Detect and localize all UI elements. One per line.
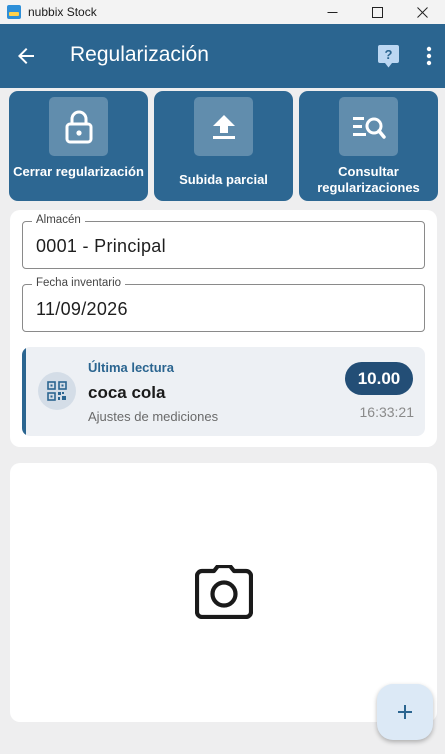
quantity-badge: 10.00: [345, 362, 413, 395]
product-name: coca cola: [88, 383, 166, 402]
cerrar-regularizacion-label: Cerrar regularización: [13, 164, 144, 179]
app-bar: Regularización ?: [0, 24, 445, 88]
subida-parcial-button[interactable]: Subida parcial: [154, 91, 293, 201]
minimize-icon[interactable]: [310, 0, 355, 24]
window-titlebar: nubbix Stock: [0, 0, 445, 24]
subida-parcial-label: Subida parcial: [179, 172, 268, 187]
qr-code-icon: [38, 372, 76, 410]
add-button[interactable]: [377, 684, 433, 740]
app-logo-icon: [7, 5, 21, 19]
ultima-lectura-heading: Última lectura: [88, 360, 174, 375]
ultima-lectura-card: Última lectura coca cola Ajustes de medi…: [22, 347, 425, 436]
search-list-icon: [339, 97, 398, 156]
page-title: Regularización: [70, 43, 209, 66]
lock-icon: [49, 97, 108, 156]
fecha-inventario-label: Fecha inventario: [32, 277, 126, 289]
consultar-regularizaciones-button[interactable]: Consultar regularizaciones: [299, 91, 438, 201]
consultar-regularizaciones-label: Consultar regularizaciones: [317, 164, 420, 195]
plus-icon: [398, 705, 412, 719]
almacen-value: 0001 - Principal: [36, 236, 166, 256]
close-icon[interactable]: [400, 0, 445, 24]
form-card: Almacén 0001 - Principal Fecha inventari…: [10, 210, 437, 447]
accent-bar: [22, 347, 26, 436]
almacen-field[interactable]: Almacén 0001 - Principal: [22, 214, 425, 269]
photo-area[interactable]: [10, 463, 437, 722]
help-icon[interactable]: ?: [378, 45, 399, 68]
upload-icon: [194, 97, 253, 156]
cerrar-regularizacion-button[interactable]: Cerrar regularización: [9, 91, 148, 201]
almacen-label: Almacén: [32, 214, 85, 226]
svg-text:?: ?: [385, 47, 393, 62]
fecha-inventario-field[interactable]: Fecha inventario 11/09/2026: [22, 277, 425, 332]
arrow-left-icon[interactable]: [14, 44, 38, 68]
fecha-inventario-value: 11/09/2026: [36, 299, 128, 319]
window-title: nubbix Stock: [28, 5, 97, 19]
product-subtitle: Ajustes de mediciones: [88, 409, 219, 424]
maximize-icon[interactable]: [355, 0, 400, 24]
action-bar: Cerrar regularización Subida parcial Con…: [9, 91, 438, 201]
more-vert-icon[interactable]: [420, 44, 438, 68]
reading-time: 16:33:21: [359, 404, 415, 420]
camera-icon[interactable]: [194, 563, 254, 620]
